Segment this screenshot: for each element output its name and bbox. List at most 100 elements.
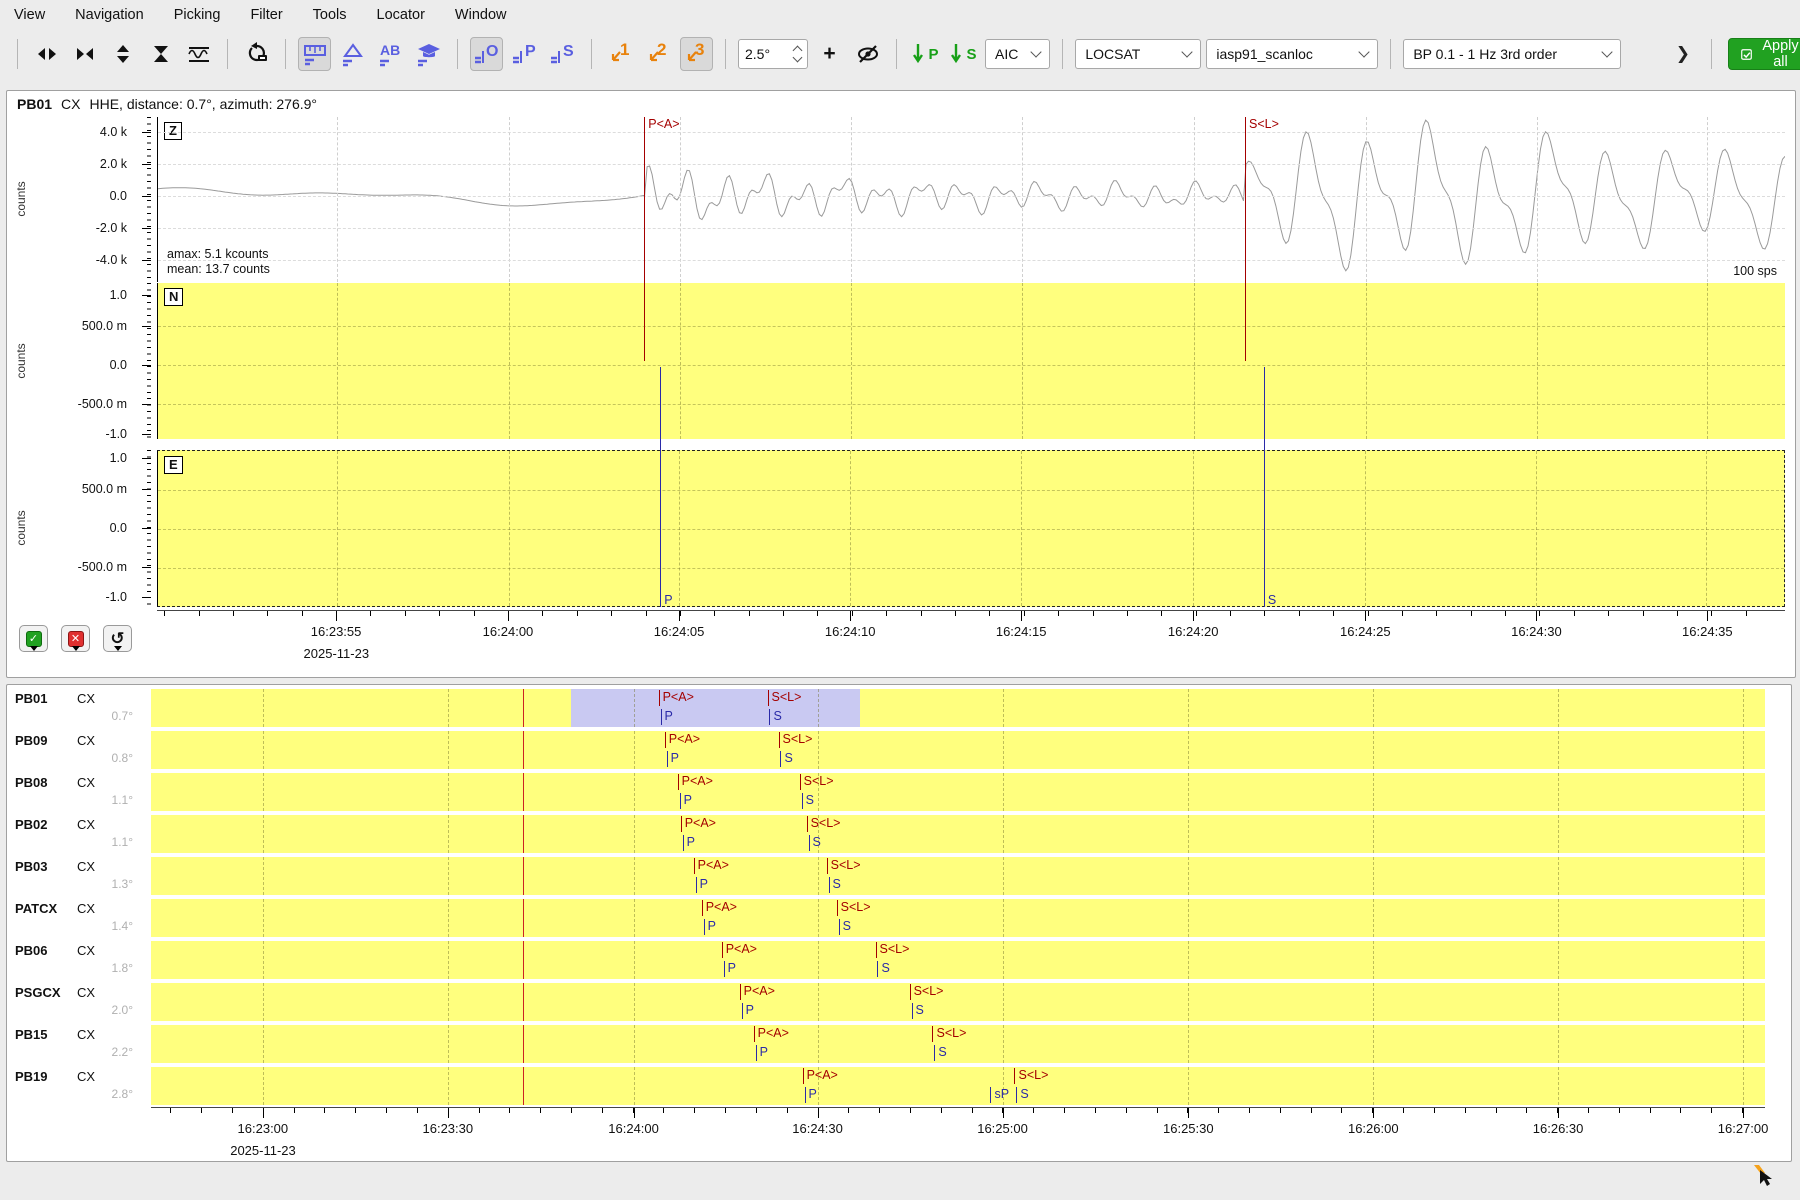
trace-n[interactable]: N — [157, 283, 1785, 439]
arrival-marker[interactable]: P<A> — [754, 1026, 755, 1042]
menu-item-navigation[interactable]: Navigation — [75, 7, 144, 23]
zoom-preset-2-button[interactable]: 2 — [642, 37, 675, 71]
picker-algorithm-select[interactable]: AIC — [985, 39, 1050, 69]
pick-marker[interactable]: S — [839, 919, 840, 935]
polarity-tool-button[interactable] — [336, 37, 369, 71]
station-trace[interactable]: P<A> P S<L> S — [151, 815, 1765, 853]
pick-marker[interactable]: P — [667, 751, 668, 767]
arrival-marker[interactable]: P<A> — [659, 690, 660, 706]
add-station-button[interactable]: + — [813, 37, 846, 71]
pick-marker[interactable]: P — [683, 835, 684, 851]
station-trace[interactable]: P<A>PS<L>S — [151, 941, 1765, 979]
pick-marker[interactable]: S — [877, 961, 878, 977]
trace-z[interactable]: Z amax: 5.1 kcounts mean: 13.7 counts 10… — [157, 117, 1785, 282]
amplitude-zoom-out-button[interactable] — [106, 37, 139, 71]
pick-onset-button[interactable]: O — [470, 37, 503, 71]
station-row-pb03[interactable]: PB03CX1.3°P<A>PS<L>S — [7, 857, 1791, 895]
pick-marker[interactable]: P — [696, 877, 697, 893]
station-row-psgcx[interactable]: PSGCXCX2.0°P<A>PS<L>S — [7, 983, 1791, 1021]
pick-marker[interactable]: S — [912, 1003, 913, 1019]
station-trace[interactable]: P<A>PS<L>S — [151, 773, 1765, 811]
pickdown-p-button[interactable]: P — [909, 37, 942, 71]
pick-marker[interactable]: P — [680, 793, 681, 809]
pick-marker[interactable]: P — [742, 1003, 743, 1019]
pick-marker[interactable]: S — [829, 877, 830, 893]
zoom-out-horizontal-button[interactable] — [30, 37, 63, 71]
toggle-amplitude-ruler-button[interactable] — [298, 37, 331, 71]
station-trace[interactable]: P<A> P S<L> S — [151, 731, 1765, 769]
station-trace[interactable]: P<A> P S<L> S — [151, 899, 1765, 937]
arrival-marker[interactable]: S<L> — [807, 816, 808, 832]
pick-marker[interactable]: P — [756, 1045, 757, 1061]
arrival-marker[interactable]: S<L> — [932, 1026, 933, 1042]
view-window-highlight[interactable] — [571, 689, 860, 727]
arrival-marker[interactable]: S<L> — [876, 942, 877, 958]
station-row-pb19[interactable]: PB19CX2.8°P<A>PS<L>sPS — [7, 1067, 1791, 1105]
pick-marker[interactable]: P — [661, 709, 662, 725]
locator-profile-select[interactable]: iasp91_scanloc — [1206, 39, 1378, 69]
trace-e[interactable]: E — [157, 450, 1785, 607]
menu-item-window[interactable]: Window — [455, 7, 507, 23]
pick-s-button[interactable]: S — [546, 37, 579, 71]
pick-p-button[interactable]: P — [508, 37, 541, 71]
fix-amplitude-scale-button[interactable] — [240, 37, 273, 71]
arrival-marker[interactable]: S<L> — [779, 732, 780, 748]
arrival-marker[interactable]: P<A> — [722, 942, 723, 958]
normalize-amplitudes-button[interactable] — [182, 37, 215, 71]
arrival-marker[interactable]: P<A> — [681, 816, 682, 832]
arrival-marker[interactable]: P<A> — [694, 858, 695, 874]
locator-select[interactable]: LOCSAT — [1075, 39, 1201, 69]
zoom-preset-1-button[interactable]: 1 — [604, 37, 637, 71]
reset-pick-button[interactable]: ↺ — [103, 625, 132, 652]
amplitude-zoom-in-button[interactable] — [144, 37, 177, 71]
toolbar-overflow-button[interactable]: ❯ — [1666, 37, 1699, 71]
arrival-marker[interactable]: S<L> — [1014, 1068, 1015, 1084]
waveform-plots[interactable]: Z amax: 5.1 kcounts mean: 13.7 counts 10… — [157, 117, 1785, 607]
arrival-marker[interactable]: P<A> — [740, 984, 741, 1000]
pick-marker[interactable]: S — [1016, 1087, 1017, 1103]
pick-marker[interactable]: sP — [990, 1087, 991, 1103]
pick-marker[interactable]: P — [704, 919, 705, 935]
spinbox-arrows[interactable] — [794, 47, 801, 61]
filter-select[interactable]: BP 0.1 - 1 Hz 3rd order — [1403, 39, 1621, 69]
station-row-pb15[interactable]: PB15CX2.2°P<A>PS<L>S — [7, 1025, 1791, 1063]
station-row-pb08[interactable]: PB08CX1.1°P<A>PS<L>S — [7, 773, 1791, 811]
arrival-marker[interactable]: P<A> — [665, 732, 666, 748]
menu-item-locator[interactable]: Locator — [377, 7, 425, 23]
pick-marker[interactable]: P — [805, 1087, 806, 1103]
menu-item-tools[interactable]: Tools — [313, 7, 347, 23]
zoom-in-horizontal-button[interactable] — [68, 37, 101, 71]
pick-marker[interactable]: S — [809, 835, 810, 851]
pickdown-s-button[interactable]: S — [947, 37, 980, 71]
apply-all-button[interactable]: Apply all — [1728, 38, 1800, 70]
station-trace[interactable]: P<A> P S<L> S — [151, 689, 1765, 727]
pick-marker[interactable]: S — [802, 793, 803, 809]
menu-item-picking[interactable]: Picking — [174, 7, 221, 23]
station-trace[interactable]: P<A> P S<L> S — [151, 1025, 1765, 1063]
uncertainty-tool-button[interactable]: AB — [374, 37, 407, 71]
station-row-pb01[interactable]: PB01CX0.7°P<A>PS<L>S — [7, 689, 1791, 727]
station-row-pb09[interactable]: PB09CX0.8°P<A>PS<L>S — [7, 731, 1791, 769]
arrival-marker[interactable]: S<L> — [768, 690, 769, 706]
station-trace[interactable]: P<A> P S<L> S — [151, 983, 1765, 1021]
station-row-pb06[interactable]: PB06CX1.8°P<A>PS<L>S — [7, 941, 1791, 979]
station-row-patcx[interactable]: PATCXCX1.4°P<A>PS<L>S — [7, 899, 1791, 937]
pick-marker[interactable]: S — [769, 709, 770, 725]
arrival-marker[interactable]: S<L> — [827, 858, 828, 874]
zoom-preset-3-button[interactable]: 3 — [680, 37, 713, 71]
menu-item-filter[interactable]: Filter — [250, 7, 282, 23]
station-row-pb02[interactable]: PB02CX1.1°P<A>PS<L>S — [7, 815, 1791, 853]
station-trace[interactable]: P<A> P S<L> sP S — [151, 1067, 1765, 1105]
theoretical-arrivals-button[interactable] — [412, 37, 445, 71]
pick-marker[interactable]: S — [780, 751, 781, 767]
arrival-marker[interactable]: S<L> — [837, 900, 838, 916]
arrival-marker[interactable]: P<A> — [702, 900, 703, 916]
arrival-marker[interactable]: S<L> — [910, 984, 911, 1000]
arrival-marker[interactable]: P<A> — [803, 1068, 804, 1084]
pick-marker[interactable]: S — [934, 1045, 935, 1061]
station-trace[interactable]: P<A> P S<L> S — [151, 857, 1765, 895]
menu-item-view[interactable]: View — [14, 7, 45, 23]
hide-traces-button[interactable] — [851, 37, 884, 71]
zoom-degree-spinbox[interactable]: 2.5° — [738, 39, 808, 69]
arrival-marker[interactable]: S<L> — [800, 774, 801, 790]
